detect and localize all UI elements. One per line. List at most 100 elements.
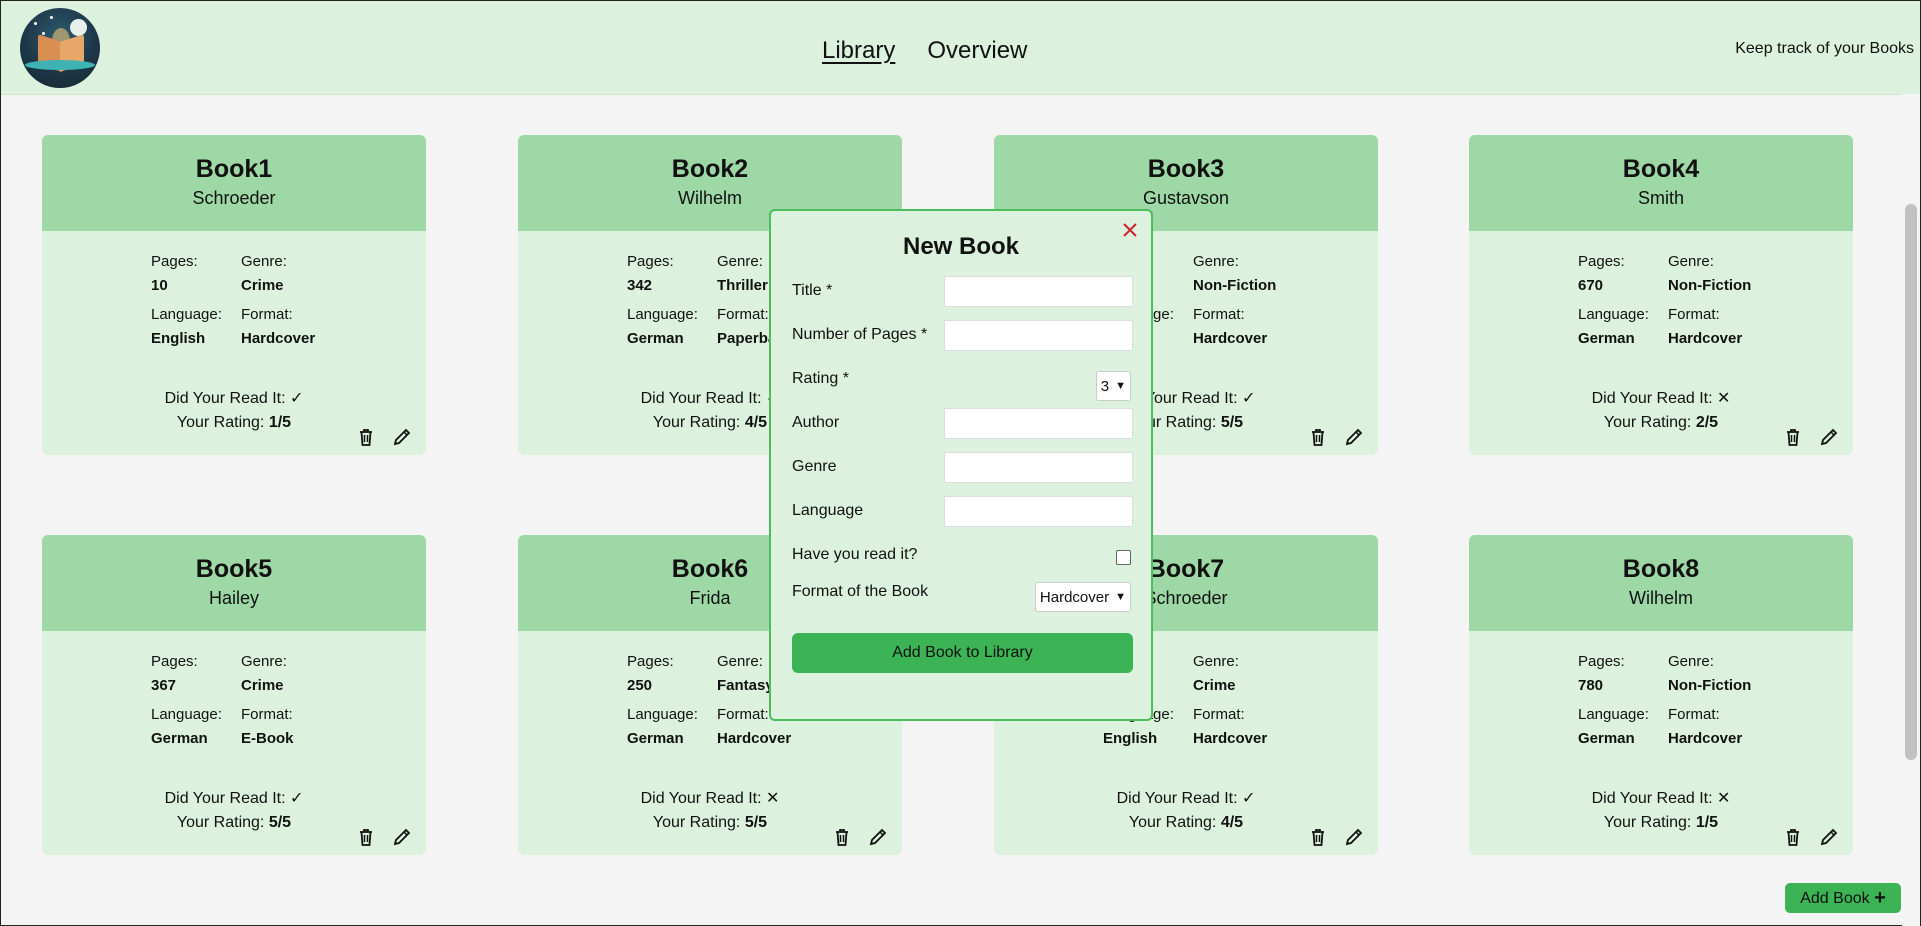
format-select[interactable]: Hardcover ▼ [1034, 582, 1131, 612]
read-value: ✓ [1242, 390, 1256, 407]
delete-icon[interactable] [355, 426, 377, 448]
language-label: Language [792, 502, 864, 519]
nav-overview[interactable]: Overview [927, 37, 1027, 65]
read-label: Did Your Read It: [1591, 390, 1713, 407]
delete-icon[interactable] [1782, 826, 1804, 848]
rating-label: Your Rating: [176, 814, 265, 831]
rating-label: Your Rating: [652, 814, 741, 831]
language-label: Language: [627, 706, 698, 723]
pages-label: Pages: [1578, 653, 1625, 670]
edit-icon[interactable] [1818, 826, 1840, 848]
read-value: ✓ [290, 390, 304, 407]
book-card: Book5 Hailey Pages: Genre: 367 Crime Lan… [42, 535, 426, 855]
pages-value: 10 [151, 277, 168, 294]
card-header: Book4 Smith [1469, 135, 1853, 231]
genre-value: Crime [241, 677, 284, 694]
read-status: Did Your Read It: ✓ [994, 787, 1378, 811]
genre-value: Non-Fiction [1193, 277, 1277, 294]
format-value: Hardcover [241, 330, 316, 347]
language-value: English [1103, 730, 1158, 747]
rating-value: 1/5 [1695, 814, 1719, 831]
read-value: ✓ [1242, 790, 1256, 807]
rating-value: 1/5 [268, 414, 292, 431]
book-author: Gustavson [1142, 188, 1230, 208]
language-input[interactable] [944, 496, 1133, 527]
author-input[interactable] [944, 408, 1133, 439]
edit-icon[interactable] [1343, 826, 1365, 848]
title-label: Title * [792, 282, 833, 299]
read-label: Did Your Read It: [640, 390, 762, 407]
format-value: Hardcover [717, 730, 792, 747]
add-book-button[interactable]: Add Book + [1785, 883, 1901, 913]
format-label: Format: [1193, 706, 1245, 723]
read-checkbox[interactable] [1116, 550, 1131, 565]
scrollbar-thumb[interactable] [1905, 204, 1917, 760]
book-title: Book5 [195, 555, 273, 583]
rating-value: 5/5 [1220, 414, 1244, 431]
pages-value: 367 [151, 677, 177, 694]
book-author: Wilhelm [1628, 588, 1693, 608]
format-value: Hardcover [1668, 330, 1743, 347]
rating-select[interactable]: 3 ▼ [1095, 371, 1131, 401]
book-card: Book4 Smith Pages: Genre: 670 Non-Fictio… [1469, 135, 1853, 455]
format-label: Format: [241, 706, 293, 723]
read-status: Did Your Read It: ✕ [518, 787, 902, 811]
edit-icon[interactable] [391, 426, 413, 448]
pages-value: 250 [627, 677, 653, 694]
delete-icon[interactable] [1307, 426, 1329, 448]
edit-icon[interactable] [391, 826, 413, 848]
genre-input[interactable] [944, 452, 1133, 483]
edit-icon[interactable] [1818, 426, 1840, 448]
nav-library[interactable]: Library [822, 37, 895, 65]
edit-icon[interactable] [867, 826, 889, 848]
pages-input[interactable] [944, 320, 1133, 351]
title-input[interactable] [944, 276, 1133, 307]
pages-label: Pages: [627, 253, 674, 270]
language-label: Language: [151, 706, 222, 723]
card-header: Book8 Wilhelm [1469, 535, 1853, 631]
format-label: Format: [717, 706, 769, 723]
format-value: Hardcover [1193, 330, 1268, 347]
rating-select-value: 3 [1100, 377, 1110, 395]
genre-label: Genre: [1193, 653, 1239, 670]
book-title: Book2 [671, 155, 749, 183]
rating-value: 5/5 [268, 814, 292, 831]
tagline: Keep track of your Books [1735, 40, 1914, 57]
read-label: Did Your Read It: [164, 390, 286, 407]
card-header: Book1 Schroeder [42, 135, 426, 231]
book-author: Wilhelm [677, 188, 742, 208]
genre-label: Genre: [1668, 253, 1714, 270]
rating-value: 4/5 [1220, 814, 1244, 831]
pages-label: Pages: [1578, 253, 1625, 270]
book-title: Book8 [1622, 555, 1700, 583]
language-value: German [1578, 330, 1635, 347]
delete-icon[interactable] [831, 826, 853, 848]
app-header: Library Overview Keep track of your Book… [1, 1, 1920, 95]
delete-icon[interactable] [355, 826, 377, 848]
rating-value: 4/5 [744, 414, 768, 431]
genre-value: Fantasy [717, 677, 774, 694]
genre-label: Genre: [241, 253, 287, 270]
format-label: Format: [1668, 306, 1720, 323]
read-label: Did Your Read It: [1116, 790, 1238, 807]
scrollbar[interactable] [1902, 94, 1920, 926]
add-book-to-library-button[interactable]: Add Book to Library [792, 633, 1133, 673]
format-label: Format: [241, 306, 293, 323]
book-author: Schroeder [192, 188, 276, 208]
genre-label: Genre: [717, 253, 763, 270]
book-title: Book4 [1622, 155, 1700, 183]
edit-icon[interactable] [1343, 426, 1365, 448]
delete-icon[interactable] [1307, 826, 1329, 848]
add-book-label: Add Book [1800, 890, 1870, 907]
read-label: Did Your Read It: [640, 790, 762, 807]
format-label: Format of the Book [792, 583, 929, 600]
format-value: Hardcover [1668, 730, 1743, 747]
format-value: Hardcover [1193, 730, 1268, 747]
pages-value: 670 [1578, 277, 1604, 294]
rating-label: Rating * [792, 370, 849, 387]
delete-icon[interactable] [1782, 426, 1804, 448]
pages-value: 780 [1578, 677, 1604, 694]
app-logo [20, 8, 100, 88]
book-title: Book1 [195, 155, 273, 183]
close-icon[interactable] [1119, 219, 1141, 241]
